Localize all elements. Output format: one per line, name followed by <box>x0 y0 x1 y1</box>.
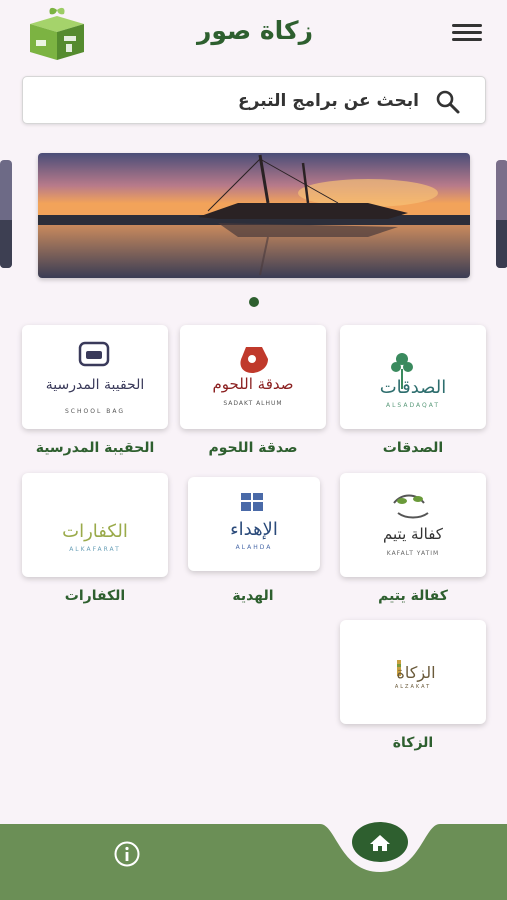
app-header: زكاة صور <box>0 0 507 70</box>
program-card-orphan-sponsorship[interactable]: كفالة يتيم KAFALT YATIM <box>340 473 486 577</box>
search-input[interactable] <box>119 85 419 117</box>
bottom-navigation-bar <box>0 824 507 900</box>
program-card-gift[interactable]: الإهداء ALAHDA <box>188 477 320 571</box>
carousel-slide[interactable] <box>38 153 470 278</box>
kaffarat-logo-subtext: ALKAFARAT <box>69 546 121 553</box>
program-card-kaffarat[interactable]: الكفارات ALKAFARAT <box>22 473 168 577</box>
orphan-logo-text: كفالة يتيم <box>383 525 444 543</box>
carousel-next-slide[interactable] <box>496 160 507 268</box>
program-label-meat-charity[interactable]: صدقة اللحوم <box>180 440 326 456</box>
program-label-zakat[interactable]: الزكاة <box>340 735 486 751</box>
program-label-kaffarat[interactable]: الكفارات <box>22 588 168 604</box>
program-label-gift[interactable]: الهدية <box>180 588 326 604</box>
carousel-prev-slide[interactable] <box>0 160 12 268</box>
kaffarat-logo-text: الكفارات <box>62 521 128 542</box>
info-icon[interactable] <box>113 840 141 868</box>
program-card-zakat[interactable]: الزكاة ALZAKAT <box>340 620 486 724</box>
program-label-orphan-sponsorship[interactable]: كفالة يتيم <box>340 588 486 604</box>
program-card-school-bag[interactable]: الحقيبة المدرسية SCHOOL BAG <box>22 325 168 429</box>
gift-logo-text: الإهداء <box>230 519 278 540</box>
app-logo-icon <box>24 6 90 62</box>
search-bar[interactable] <box>22 76 486 124</box>
sadaqat-logo-subtext: ALSADAQAT <box>386 402 440 409</box>
school-bag-logo-text: الحقيبة المدرسية <box>46 377 145 393</box>
program-label-sadaqat[interactable]: الصدقات <box>340 440 486 456</box>
zakat-logo-subtext: ALZAKAT <box>395 684 431 690</box>
meat-charity-logo-subtext: SADAKT ALHUM <box>223 400 282 407</box>
orphan-logo-subtext: KAFALT YATIM <box>387 550 439 557</box>
meat-charity-logo-text: صدقة اللحوم <box>212 375 293 393</box>
sadaqat-logo-text: الصدقات <box>380 377 447 398</box>
hamburger-menu-icon[interactable] <box>452 24 482 44</box>
home-icon[interactable] <box>352 822 408 862</box>
program-card-sadaqat[interactable]: الصدقات ALSADAQAT <box>340 325 486 429</box>
carousel-indicator-dot[interactable] <box>249 297 259 307</box>
program-label-school-bag[interactable]: الحقيبة المدرسية <box>20 440 170 456</box>
gift-logo-subtext: ALAHDA <box>236 544 273 551</box>
school-bag-logo-subtext: SCHOOL BAG <box>65 408 125 415</box>
zakat-logo-text: الزكاة <box>396 663 435 683</box>
app-title: زكاة صور <box>196 16 313 45</box>
search-icon[interactable] <box>435 89 461 115</box>
program-card-meat-charity[interactable]: صدقة اللحوم SADAKT ALHUM <box>180 325 326 429</box>
